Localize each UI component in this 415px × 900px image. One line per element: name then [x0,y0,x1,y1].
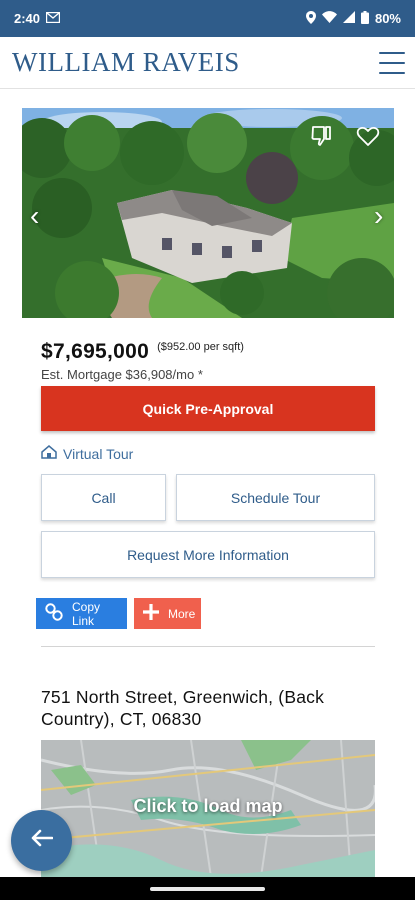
quick-pre-approval-button[interactable]: Quick Pre-Approval [41,386,375,431]
more-label: More [168,606,196,621]
back-button[interactable] [11,810,72,871]
call-button[interactable]: Call [41,474,166,521]
click-to-load-map-label: Click to load map [133,796,283,816]
schedule-tour-button[interactable]: Schedule Tour [176,474,375,521]
status-time: 2:40 [14,11,41,26]
arrow-left-icon [31,829,53,852]
brand-logo[interactable]: WILLIAM RAVEIS [12,47,240,78]
map-placeholder[interactable]: Click to load map [41,740,375,877]
gmail-icon [45,11,61,26]
plus-icon [142,603,160,624]
virtual-tour-icon [41,445,57,462]
signal-icon [342,11,355,26]
home-gesture-handle[interactable] [150,887,265,891]
virtual-tour-label: Virtual Tour [63,445,134,462]
copy-link-button[interactable]: Copy Link [36,598,127,629]
location-icon [305,10,316,27]
chevron-left-icon[interactable]: ‹ [30,202,39,230]
estimated-mortgage[interactable]: Est. Mortgage $36,908/mo * [41,367,203,382]
battery-icon [360,10,369,27]
chevron-right-icon[interactable]: › [374,202,383,230]
price-row: $7,695,000 ($952.00 per sqft) [41,340,244,364]
battery-percent: 80% [374,11,401,26]
virtual-tour-link[interactable]: Virtual Tour [41,445,133,462]
price-per-sqft: ($952.00 per sqft) [157,341,244,353]
listing-price: $7,695,000 [41,340,150,363]
wifi-icon [321,11,337,26]
link-icon [44,602,64,625]
listing-address: 751 North Street, Greenwich, (Back Count… [41,687,325,729]
app-header: WILLIAM RAVEIS [0,37,415,89]
listing-photo[interactable]: ‹ › [22,108,394,318]
copy-link-label: Copy Link [72,599,101,628]
system-nav-bar [0,877,415,900]
section-divider [41,646,375,647]
more-share-button[interactable]: More [134,598,201,629]
status-bar: 2:40 80% [0,0,415,37]
hamburger-menu-icon[interactable] [379,51,405,74]
request-more-information-button[interactable]: Request More Information [41,531,375,578]
